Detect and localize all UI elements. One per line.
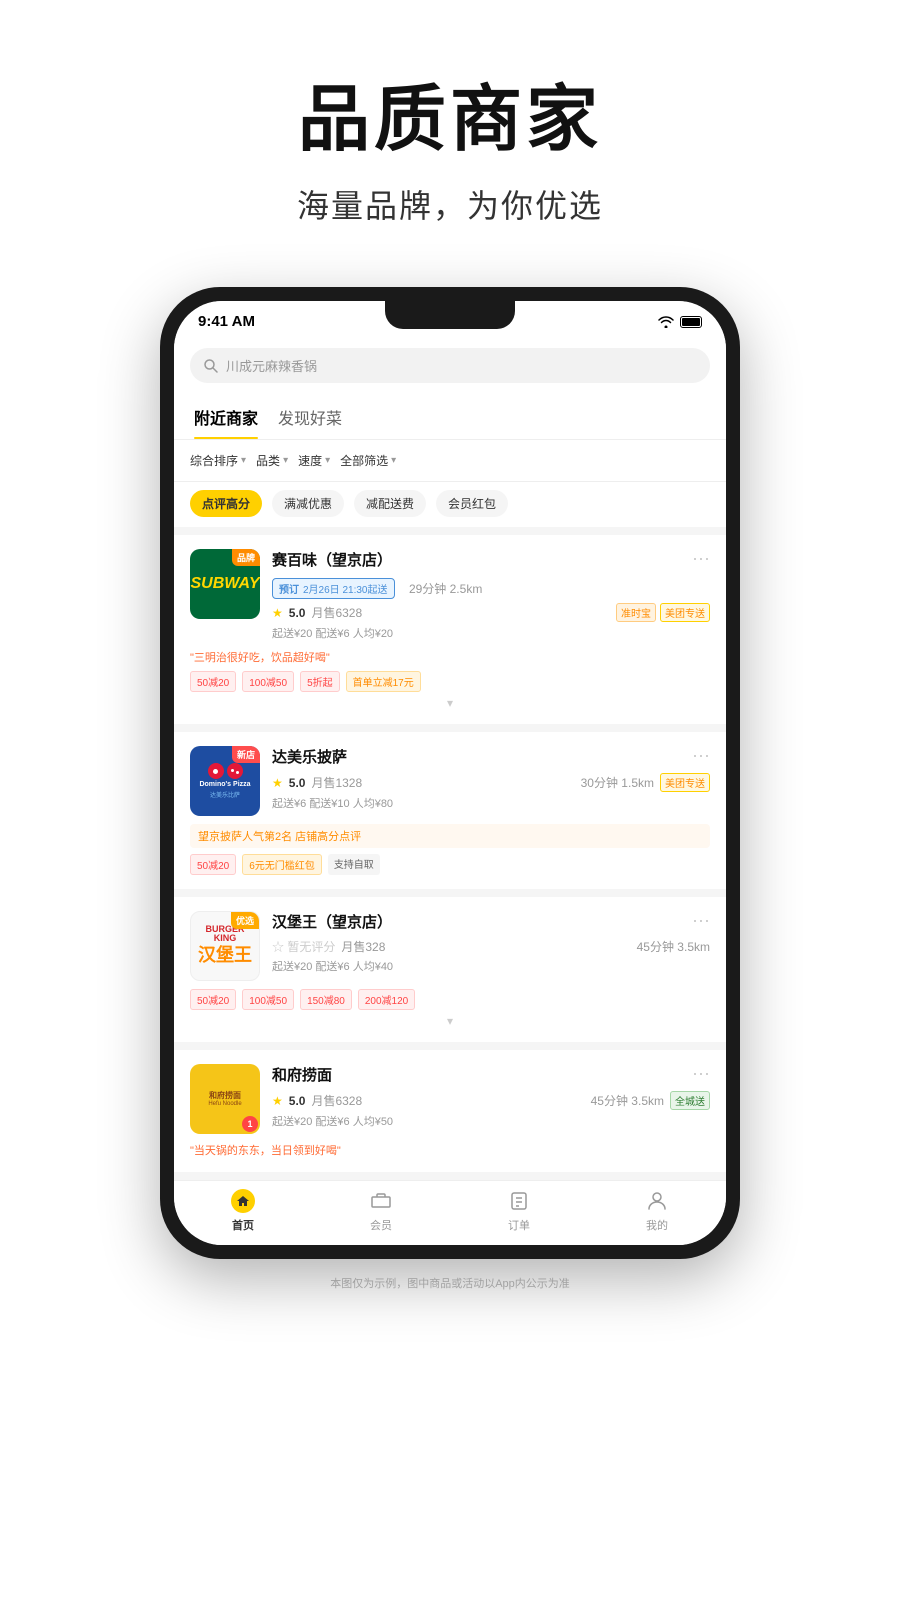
tag-free-delivery[interactable]: 减配送费 (354, 490, 426, 517)
nav-home[interactable]: 首页 (174, 1181, 312, 1245)
nav-orders[interactable]: 订单 (450, 1181, 588, 1245)
merchant-logo-subway: SUBWAY 品牌 (190, 549, 260, 619)
merchant-card-subway[interactable]: SUBWAY 品牌 赛百味（望京店） ⋯ 预订 2月26日 (174, 535, 726, 724)
promo-tags-subway: 50减20 100减50 5折起 首单立减17元 (190, 671, 710, 692)
notch (385, 301, 515, 329)
pre-order-tag: 预订 2月26日 21:30起送 (272, 578, 395, 599)
tag-filter-row: 点评高分 满减优惠 减配送费 会员红包 (174, 482, 726, 527)
filter-category[interactable]: 品类▾ (256, 448, 288, 473)
merchant-info-dominos: 达美乐披萨 ⋯ ★ 5.0 月售1328 30分钟 1.5k (272, 746, 710, 816)
wifi-icon (658, 316, 674, 328)
nav-profile-label: 我的 (646, 1217, 668, 1233)
tab-nearby[interactable]: 附近商家 (194, 395, 278, 439)
merchants-list: SUBWAY 品牌 赛百味（望京店） ⋯ 预订 2月26日 (174, 527, 726, 1180)
search-icon (204, 359, 218, 373)
more-icon-hefu[interactable]: ⋯ (692, 1064, 710, 1085)
bottom-nav: 首页 会员 (174, 1180, 726, 1245)
merchant-logo-dominos: Domino's Pizza 达美乐比萨 新店 (190, 746, 260, 816)
search-placeholder: 川成元麻辣香锅 (226, 356, 317, 375)
expand-arrow-bk[interactable]: ▾ (190, 1014, 710, 1028)
new-badge-dominos: 新店 (232, 746, 260, 763)
footer-note: 本图仅为示例，图中商品或活动以App内公示为准 (330, 1259, 570, 1321)
more-icon-dominos[interactable]: ⋯ (692, 746, 710, 767)
merchant-header-hefu: 和府捞面 Hefu Noodle 1 和府捞面 ⋯ (190, 1064, 710, 1134)
page-subtitle: 海量品牌，为你优选 (297, 181, 603, 227)
merchant-name-hefu: 和府捞面 (272, 1064, 332, 1085)
tag-high-rating[interactable]: 点评高分 (190, 490, 262, 517)
phone-outer: 9:41 AM (160, 287, 740, 1259)
merchant-card-burgerking[interactable]: BURGERKING 汉堡王 优选 汉堡王（望京店） ⋯ (174, 897, 726, 1042)
merchant-card-dominos[interactable]: Domino's Pizza 达美乐比萨 新店 达美乐披萨 ⋯ (174, 732, 726, 889)
merchant-logo-hefu: 和府捞面 Hefu Noodle 1 (190, 1064, 260, 1134)
price-info-subway: 起送¥20 配送¥6 人均¥20 (272, 625, 710, 641)
page-title: 品质商家 (297, 60, 603, 165)
more-icon-subway[interactable]: ⋯ (692, 549, 710, 570)
expand-arrow-subway[interactable]: ▾ (190, 696, 710, 710)
home-icon (231, 1189, 255, 1213)
phone-inner: 9:41 AM (174, 301, 726, 1245)
merchant-info-hefu: 和府捞面 ⋯ ★ 5.0 月售6328 45分钟 3.5km (272, 1064, 710, 1134)
nav-orders-label: 订单 (508, 1217, 530, 1233)
page-header: 品质商家 海量品牌，为你优选 (297, 0, 603, 257)
nav-home-label: 首页 (232, 1217, 254, 1233)
review-hefu: "当天锅的东东，当日领到好喝" (190, 1142, 710, 1158)
merchant-name-subway: 赛百味（望京店） (272, 549, 392, 570)
search-container: 川成元麻辣香锅 (174, 338, 726, 395)
nav-profile[interactable]: 我的 (588, 1181, 726, 1245)
filter-all[interactable]: 全部筛选▾ (340, 448, 396, 473)
promo-tags-bk: 50减20 100减50 150减80 200减120 (190, 989, 710, 1010)
tabs-row: 附近商家 发现好菜 (174, 395, 726, 440)
merchant-header-burgerking: BURGERKING 汉堡王 优选 汉堡王（望京店） ⋯ (190, 911, 710, 981)
badge-notification: 1 (242, 1116, 258, 1132)
search-bar[interactable]: 川成元麻辣香锅 (190, 348, 710, 383)
merchant-name-bk: 汉堡王（望京店） (272, 911, 392, 932)
merchant-header-dominos: Domino's Pizza 达美乐比萨 新店 达美乐披萨 ⋯ (190, 746, 710, 816)
tab-discover[interactable]: 发现好菜 (278, 395, 362, 439)
filter-sort[interactable]: 综合排序▾ (190, 448, 246, 473)
battery-icon (680, 316, 702, 328)
status-icons (658, 316, 702, 328)
review-dominos: 望京披萨人气第2名 店铺高分点评 (190, 824, 710, 848)
filter-speed[interactable]: 速度▾ (298, 448, 330, 473)
nav-membership-label: 会员 (370, 1217, 392, 1233)
price-info-dominos: 起送¥6 配送¥10 人均¥80 (272, 795, 710, 811)
promo-tags-dominos: 50减20 6元无门槛红包 支持自取 (190, 854, 710, 875)
merchant-name-dominos: 达美乐披萨 (272, 746, 347, 767)
merchant-logo-burgerking: BURGERKING 汉堡王 优选 (190, 911, 260, 981)
merchant-header-subway: SUBWAY 品牌 赛百味（望京店） ⋯ 预订 2月26日 (190, 549, 710, 641)
phone-mockup: 9:41 AM (160, 287, 740, 1259)
filter-row: 综合排序▾ 品类▾ 速度▾ 全部筛选▾ (174, 440, 726, 482)
membership-icon (369, 1189, 393, 1213)
merchant-card-hefu[interactable]: 和府捞面 Hefu Noodle 1 和府捞面 ⋯ (174, 1050, 726, 1172)
tag-discount[interactable]: 满减优惠 (272, 490, 344, 517)
status-time: 9:41 AM (198, 313, 255, 330)
tag-member-coupon[interactable]: 会员红包 (436, 490, 508, 517)
merchant-info-subway: 赛百味（望京店） ⋯ 预订 2月26日 21:30起送 29分钟 2.5km (272, 549, 710, 641)
nav-membership[interactable]: 会员 (312, 1181, 450, 1245)
price-info-hefu: 起送¥20 配送¥6 人均¥50 (272, 1113, 710, 1129)
profile-icon (645, 1189, 669, 1213)
brand-badge-subway: 品牌 (232, 549, 260, 566)
merchant-info-bk: 汉堡王（望京店） ⋯ ☆ 暂无评分 月售328 45分钟 3.5km 起送¥ (272, 911, 710, 981)
review-subway: "三明治很好吃，饮品超好喝" (190, 649, 710, 665)
select-badge-bk: 优选 (231, 912, 259, 929)
status-bar: 9:41 AM (174, 301, 726, 338)
orders-icon (507, 1189, 531, 1213)
more-icon-bk[interactable]: ⋯ (692, 911, 710, 932)
price-info-bk: 起送¥20 配送¥6 人均¥40 (272, 958, 710, 974)
